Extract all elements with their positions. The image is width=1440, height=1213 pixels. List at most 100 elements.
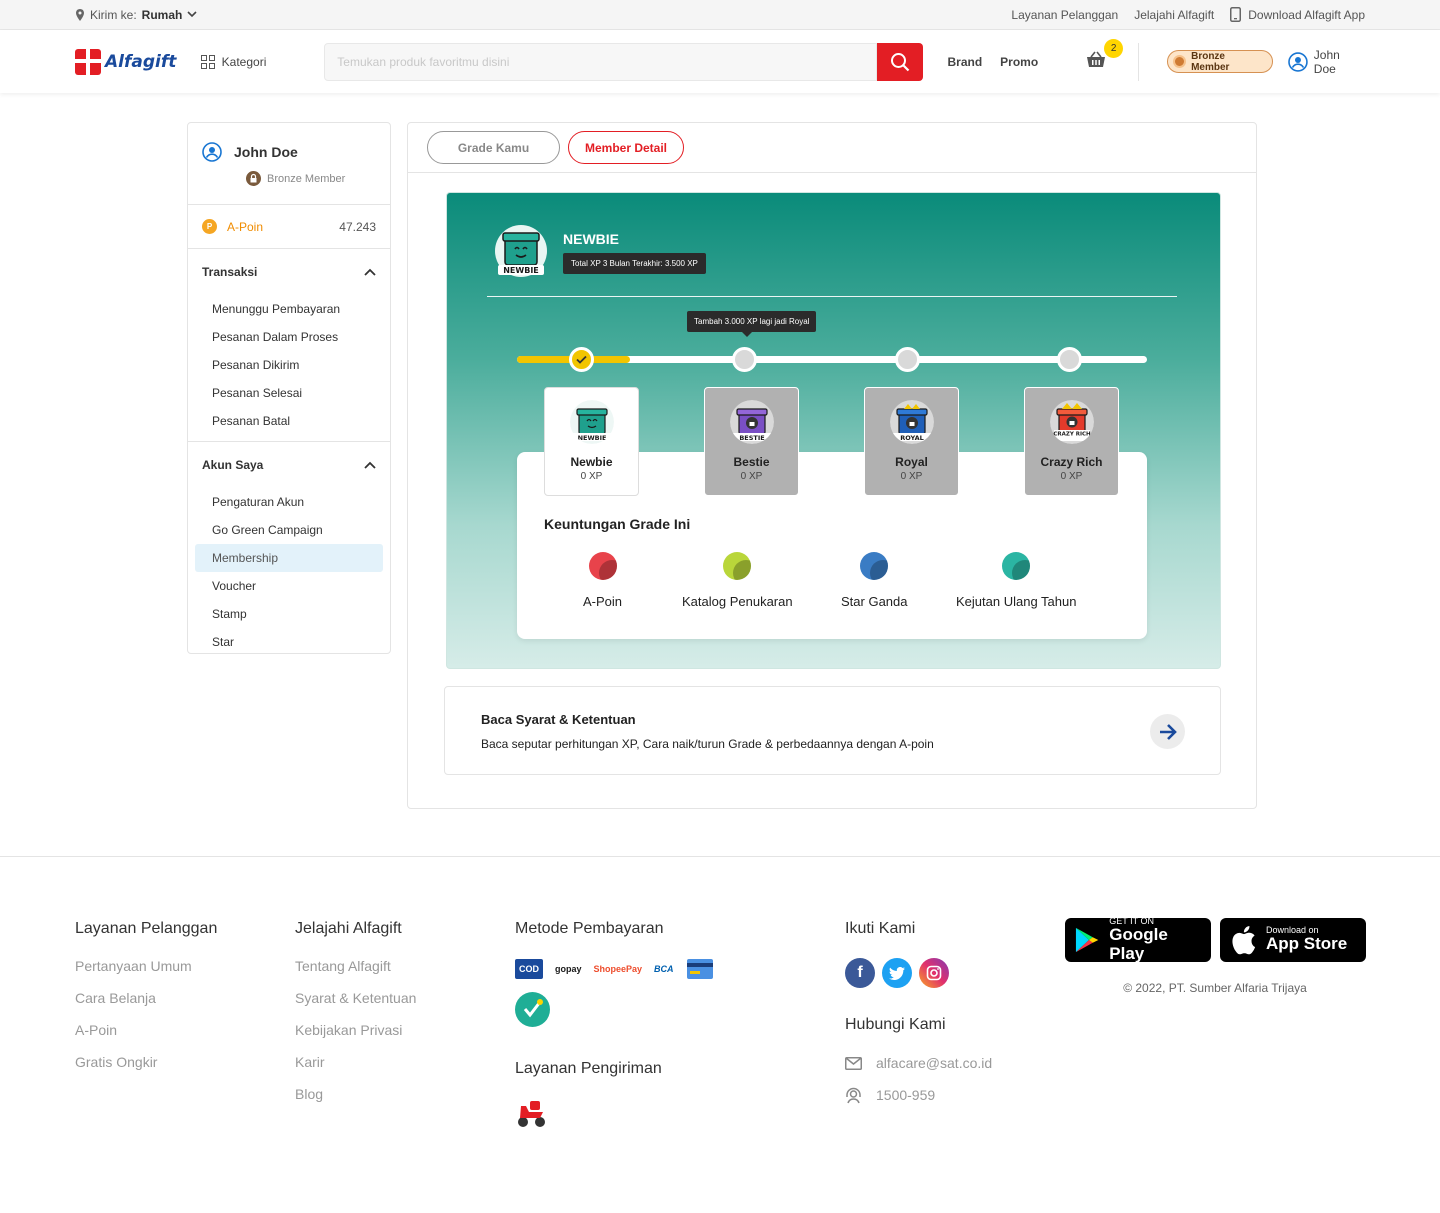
google-play-button[interactable]: GET IT ON Google Play [1065,916,1211,962]
terms-description: Baca seputar perhitungan XP, Cara naik/t… [481,737,934,751]
next-grade-tooltip: Tambah 3.000 XP lagi jadi Royal [687,311,817,337]
top-utility-bar: Kirim ke: Rumah Layanan Pelanggan Jelaja… [0,0,1440,30]
progress-node-bestie [732,347,757,372]
cod-payment-icon: COD [515,959,543,979]
google-play-icon [1075,927,1099,953]
footer-link-syarat[interactable]: Syarat & Ketentuan [295,990,416,1008]
footer-link-karir[interactable]: Karir [295,1054,416,1072]
instagram-icon[interactable] [919,958,949,988]
progress-node-crazy-rich [1057,347,1082,372]
chevron-up-icon [364,268,376,276]
grade-card-bestie[interactable]: BESTIE Bestie 0 XP [704,387,799,496]
grid-icon [200,54,215,69]
grade-card-crazy-rich[interactable]: CRAZY RICH Crazy Rich 0 XP [1024,387,1119,496]
cart-count-badge: 2 [1104,38,1124,58]
sidebar-item-pengaturan-akun[interactable]: Pengaturan Akun [195,488,383,516]
newbie-gift-icon: NEWBIE [569,400,614,444]
search-button[interactable] [876,42,923,81]
terms-arrow-button[interactable] [1150,714,1185,749]
twitter-bird-icon [889,966,905,980]
footer-col-apps: GET IT ON Google Play Download on App St… [1065,916,1366,995]
sidebar-item-pesanan-batal[interactable]: Pesanan Batal [195,407,383,435]
ship-label: Kirim ke: [90,7,137,22]
bronze-medal-icon [1173,55,1187,68]
grade-card-newbie[interactable]: NEWBIE Newbie 0 XP [544,387,639,496]
footer-link-blog[interactable]: Blog [295,1086,416,1104]
svg-text:CRAZY RICH: CRAZY RICH [1053,432,1091,438]
check-icon [576,355,587,364]
lock-badge-icon [246,171,261,186]
brand-link[interactable]: Brand [948,55,983,69]
grade-card-royal[interactable]: ROYAL Royal 0 XP [864,387,959,496]
contact-phone[interactable]: 1500-959 [845,1086,992,1104]
terms-card[interactable]: Baca Syarat & Ketentuan Baca seputar per… [444,686,1221,775]
facebook-icon[interactable]: f [845,958,875,988]
contact-email[interactable]: alfacare@sat.co.id [845,1054,992,1072]
benefit-apoin: A-Poin [583,552,622,609]
apple-icon [1232,926,1256,955]
benefit-ulang-tahun: Kejutan Ulang Tahun [956,552,1076,609]
user-avatar-icon [1288,51,1308,72]
birthday-benefit-icon [1002,552,1031,580]
search-bar [324,42,923,81]
kategori-button[interactable]: Kategori [200,54,325,69]
twitter-icon[interactable] [882,958,912,988]
sidebar-item-menunggu-pembayaran[interactable]: Menunggu Pembayaran [195,295,383,323]
member-grade-badge[interactable]: Bronze Member [1167,50,1273,73]
search-input[interactable] [324,42,877,81]
ship-value: Rumah [141,7,183,22]
sidebar-item-pesanan-selesai[interactable]: Pesanan Selesai [195,379,383,407]
tab-grade-kamu[interactable]: Grade Kamu [427,131,560,164]
cart-button[interactable]: 2 [1086,38,1124,73]
sidebar-item-go-green[interactable]: Go Green Campaign [195,516,383,544]
footer-link-cara-belanja[interactable]: Cara Belanja [75,990,217,1008]
benefit-katalog: Katalog Penukaran [682,552,793,609]
user-menu[interactable]: John Doe [1288,48,1365,76]
footer-link-tentang[interactable]: Tentang Alfagift [295,958,416,976]
akun-saya-section-header[interactable]: Akun Saya [188,442,390,488]
customer-service-link[interactable]: Layanan Pelanggan [1011,8,1118,22]
sidebar-item-membership[interactable]: Membership [195,544,383,572]
star-ganda-benefit-icon [860,552,889,580]
logo-text: Alfagift [105,51,177,72]
footer-link-privasi[interactable]: Kebijakan Privasi [295,1022,416,1040]
svg-text:NEWBIE: NEWBIE [577,434,606,442]
progress-node-royal [895,347,920,372]
sidebar-item-pesanan-dikirim[interactable]: Pesanan Dikirim [195,351,383,379]
sidebar-item-star[interactable]: Star [195,628,383,656]
footer-link-gratis-ongkir[interactable]: Gratis Ongkir [75,1054,217,1072]
gopay-payment-icon: gopay [555,964,582,974]
account-sidebar: John Doe Bronze Member P A-Poin 47.243 Tr… [187,122,391,654]
footer-col-payment: Metode Pembayaran COD gopay ShopeePay BC… [515,920,714,1133]
ship-to[interactable]: Kirim ke: Rumah [75,8,197,22]
arrow-right-icon [1159,723,1177,740]
sidebar-item-pesanan-dalam-proses[interactable]: Pesanan Dalam Proses [195,323,383,351]
royal-gift-icon: ROYAL [889,400,934,444]
explore-alfagift-link[interactable]: Jelajahi Alfagift [1134,8,1214,22]
current-grade-title: NEWBIE [563,231,619,247]
credit-card-icon [686,959,713,979]
sidebar-item-voucher[interactable]: Voucher [195,572,383,600]
camera-glyph-icon [926,965,942,981]
copyright-text: © 2022, PT. Sumber Alfaria Trijaya [1123,981,1307,995]
sidebar-item-stamp[interactable]: Stamp [195,600,383,628]
promo-link[interactable]: Promo [1000,55,1038,69]
crazy-rich-gift-icon: CRAZY RICH [1049,400,1094,444]
footer-link-faq[interactable]: Pertanyaan Umum [75,958,217,976]
transaksi-section-header[interactable]: Transaksi [188,249,390,295]
download-app-link[interactable]: Download Alfagift App [1230,7,1365,22]
newbie-badge-icon: NEWBIE [495,225,547,277]
hero-divider [487,296,1177,297]
apoin-benefit-icon [588,552,617,580]
tab-member-detail[interactable]: Member Detail [568,131,684,164]
footer-link-apoin[interactable]: A-Poin [75,1022,217,1040]
alfagift-logo[interactable]: Alfagift [75,48,185,75]
search-icon [890,52,909,71]
sidebar-apoin[interactable]: P A-Poin 47.243 [188,205,390,249]
benefit-title: Keuntungan Grade Ini [544,516,691,532]
user-avatar-icon [202,142,222,162]
headset-icon [846,1087,861,1103]
chevron-up-icon [364,461,376,469]
app-store-button[interactable]: Download on App Store [1220,918,1366,962]
location-pin-icon [76,8,84,21]
